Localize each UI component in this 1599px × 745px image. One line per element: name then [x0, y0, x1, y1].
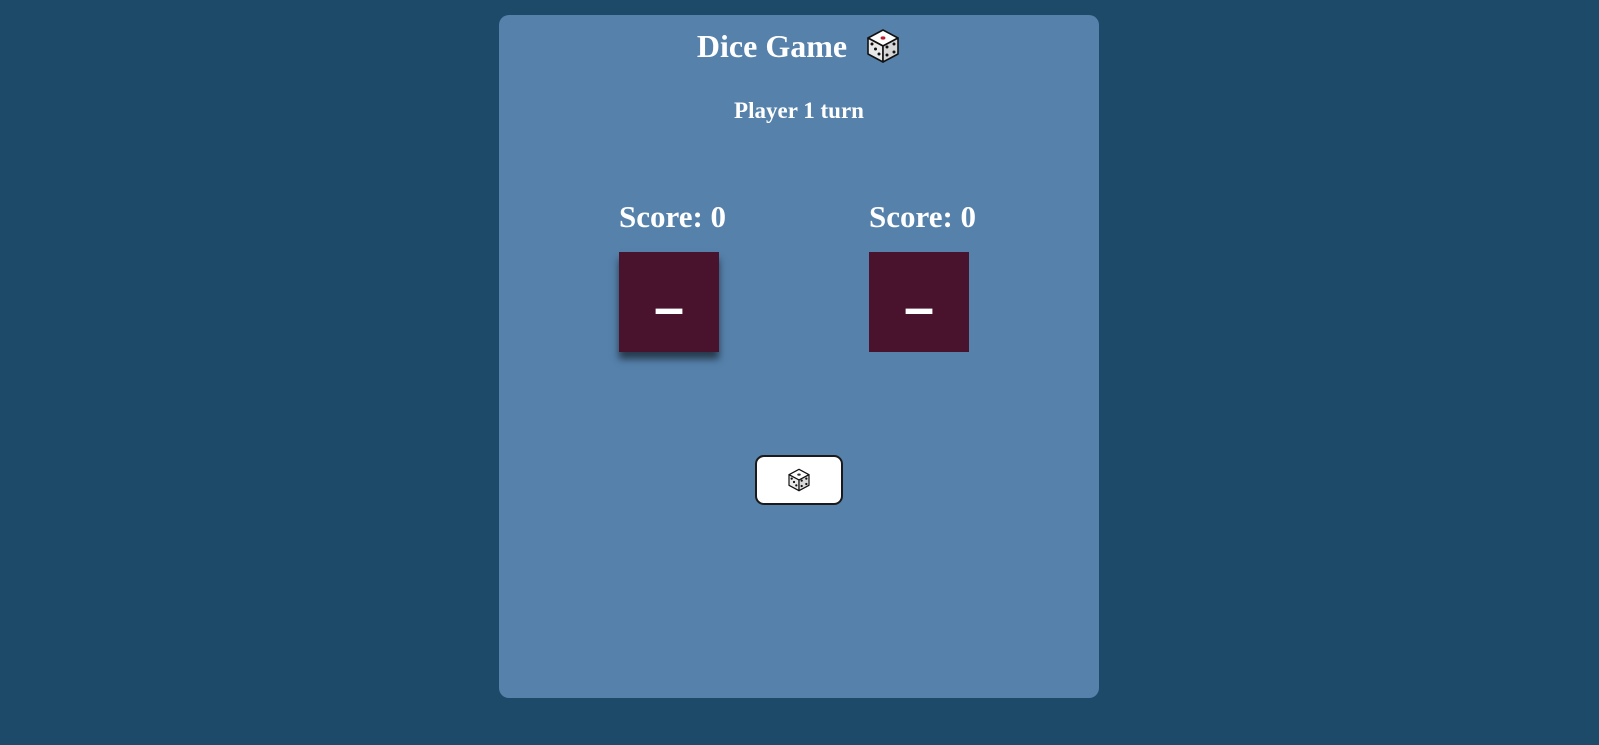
title-text: Dice Game	[696, 27, 848, 64]
player-2-score: Score: 0	[869, 199, 977, 234]
dice-icon	[865, 28, 901, 64]
player-1-die: –	[619, 252, 719, 352]
player-2-die: –	[869, 252, 969, 352]
turn-indicator: Player 1 turn	[734, 98, 864, 123]
player-1-score: Score: 0	[619, 199, 727, 234]
game-card: Dice Game Player 1 turn Score: 0 – Score…	[499, 15, 1099, 698]
dice-icon	[788, 468, 810, 492]
page-title: Dice Game	[499, 22, 1099, 66]
player-2-panel: Score: 0	[869, 198, 989, 236]
roll-dice-button[interactable]	[755, 455, 843, 505]
player-1-panel: Score: 0	[619, 198, 739, 236]
